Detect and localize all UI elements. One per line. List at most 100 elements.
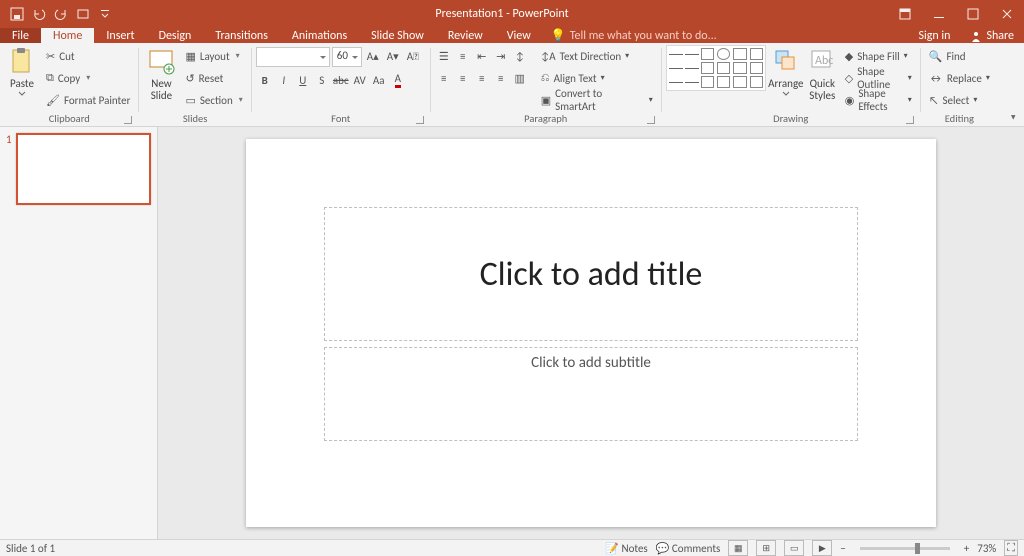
- font-color-button[interactable]: A: [389, 71, 407, 89]
- tab-animations[interactable]: Animations: [280, 28, 359, 43]
- slideshow-view-button[interactable]: ▶: [812, 540, 832, 556]
- title-placeholder-text: Click to add title: [480, 254, 703, 295]
- shape-triangle-icon: [750, 48, 763, 60]
- slide-thumbnail-pane[interactable]: 1: [0, 127, 158, 539]
- dialog-launcher-icon[interactable]: [416, 116, 424, 124]
- line-spacing-button[interactable]: ↕: [511, 47, 529, 65]
- zoom-slider[interactable]: [860, 547, 950, 550]
- clear-formatting-icon[interactable]: A⃠: [404, 47, 422, 65]
- share-button[interactable]: Share: [960, 28, 1024, 43]
- shape-star-icon: [750, 62, 763, 74]
- new-slide-button[interactable]: New Slide: [143, 45, 179, 110]
- slide-sorter-view-button[interactable]: ⊞: [756, 540, 776, 556]
- notes-button[interactable]: 📝 Notes: [605, 542, 647, 555]
- normal-view-button[interactable]: ▦: [728, 540, 748, 556]
- shadow-button[interactable]: S: [313, 71, 331, 89]
- replace-button[interactable]: ↔Replace▾: [925, 68, 994, 88]
- smartart-button[interactable]: ▣Convert to SmartArt▾: [537, 90, 657, 110]
- undo-icon[interactable]: [28, 3, 50, 25]
- increase-indent-button[interactable]: ⇥: [492, 47, 510, 65]
- find-button[interactable]: 🔍Find: [925, 46, 994, 66]
- italic-button[interactable]: I: [275, 71, 293, 89]
- reset-button[interactable]: ↺Reset: [181, 68, 246, 88]
- ribbon-display-options-icon[interactable]: [888, 0, 922, 28]
- quick-styles-button[interactable]: Abc Quick Styles: [806, 45, 839, 110]
- bold-button[interactable]: B: [256, 71, 274, 89]
- chevron-down-icon: ▾: [973, 95, 977, 105]
- tab-view[interactable]: View: [495, 28, 543, 43]
- increase-font-icon[interactable]: A▴: [364, 47, 382, 65]
- document-title: Presentation1 - PowerPoint: [116, 7, 888, 21]
- underline-button[interactable]: U: [294, 71, 312, 89]
- reading-view-button[interactable]: ▭: [784, 540, 804, 556]
- align-left-button[interactable]: ≡: [435, 69, 453, 87]
- zoom-level[interactable]: 73%: [977, 542, 996, 555]
- decrease-font-icon[interactable]: A▾: [384, 47, 402, 65]
- title-placeholder[interactable]: Click to add title: [324, 207, 858, 341]
- start-from-beginning-icon[interactable]: [72, 3, 94, 25]
- paste-label: Paste: [10, 78, 34, 90]
- slide-canvas[interactable]: Click to add title Click to add subtitle: [158, 127, 1024, 539]
- numbering-button[interactable]: ≡: [454, 47, 472, 65]
- subtitle-placeholder[interactable]: Click to add subtitle: [324, 347, 858, 441]
- shapes-gallery[interactable]: [666, 45, 766, 91]
- select-button[interactable]: ↖Select▾: [925, 90, 994, 110]
- tab-review[interactable]: Review: [436, 28, 495, 43]
- section-button[interactable]: ▭Section▾: [181, 90, 246, 110]
- save-icon[interactable]: [6, 3, 28, 25]
- format-painter-button[interactable]: 🖌Format Painter: [42, 90, 134, 110]
- change-case-button[interactable]: Aa: [370, 71, 388, 89]
- maximize-icon[interactable]: [956, 0, 990, 28]
- workspace: 1 Click to add title Click to add subtit…: [0, 127, 1024, 539]
- align-right-button[interactable]: ≡: [473, 69, 491, 87]
- strikethrough-button[interactable]: abc: [332, 71, 350, 89]
- copy-button[interactable]: ⧉Copy▾: [42, 68, 134, 88]
- reset-label: Reset: [199, 72, 224, 85]
- zoom-out-button[interactable]: −: [840, 542, 845, 555]
- dialog-launcher-icon[interactable]: [647, 116, 655, 124]
- tab-slideshow[interactable]: Slide Show: [359, 28, 436, 43]
- tab-design[interactable]: Design: [147, 28, 204, 43]
- arrange-button[interactable]: Arrange: [768, 45, 804, 110]
- slide-thumbnail-1[interactable]: 1: [0, 131, 157, 207]
- font-name-combo[interactable]: [256, 47, 330, 67]
- comments-button[interactable]: 💬 Comments: [656, 542, 721, 555]
- tab-insert[interactable]: Insert: [94, 28, 146, 43]
- copy-label: Copy: [58, 72, 80, 85]
- tab-transitions[interactable]: Transitions: [203, 28, 280, 43]
- font-size-combo[interactable]: 60: [332, 47, 362, 67]
- minimize-icon[interactable]: [922, 0, 956, 28]
- text-direction-button[interactable]: ↕AText Direction▾: [537, 46, 657, 66]
- quick-styles-icon: Abc: [808, 47, 836, 77]
- dialog-launcher-icon[interactable]: [124, 116, 132, 124]
- sign-in-link[interactable]: Sign in: [908, 28, 960, 43]
- columns-button[interactable]: ▥: [511, 69, 529, 87]
- redo-icon[interactable]: [50, 3, 72, 25]
- collapse-ribbon-button[interactable]: [1008, 112, 1018, 122]
- zoom-in-button[interactable]: +: [964, 542, 969, 555]
- shape-fill-button[interactable]: ◆Shape Fill▾: [841, 46, 916, 66]
- paste-button[interactable]: Paste: [4, 45, 40, 110]
- shape-outline-button[interactable]: ◇Shape Outline▾: [841, 68, 916, 88]
- tab-home[interactable]: Home: [41, 28, 94, 43]
- fit-to-window-button[interactable]: ⛶: [1004, 540, 1018, 556]
- justify-button[interactable]: ≡: [492, 69, 510, 87]
- align-text-button[interactable]: ⎌Align Text▾: [537, 68, 657, 88]
- char-spacing-button[interactable]: AV: [351, 71, 369, 89]
- slide-counter[interactable]: Slide 1 of 1: [6, 542, 55, 555]
- tab-file[interactable]: File: [0, 28, 41, 43]
- format-painter-label: Format Painter: [64, 94, 130, 107]
- layout-button[interactable]: ▦Layout▾: [181, 46, 246, 66]
- bullets-button[interactable]: ☰: [435, 47, 453, 65]
- shape-line-icon: [669, 48, 682, 60]
- replace-label: Replace: [947, 72, 982, 85]
- close-icon[interactable]: [990, 0, 1024, 28]
- tell-me-search[interactable]: 💡 Tell me what you want to do...: [543, 28, 725, 43]
- cut-button[interactable]: ✂Cut: [42, 46, 134, 66]
- qat-customize-icon[interactable]: [94, 3, 116, 25]
- group-clipboard: Paste ✂Cut ⧉Copy▾ 🖌Format Painter Clipbo…: [0, 43, 138, 126]
- shape-effects-button[interactable]: ◉Shape Effects▾: [841, 90, 916, 110]
- dialog-launcher-icon[interactable]: [906, 116, 914, 124]
- align-center-button[interactable]: ≡: [454, 69, 472, 87]
- decrease-indent-button[interactable]: ⇤: [473, 47, 491, 65]
